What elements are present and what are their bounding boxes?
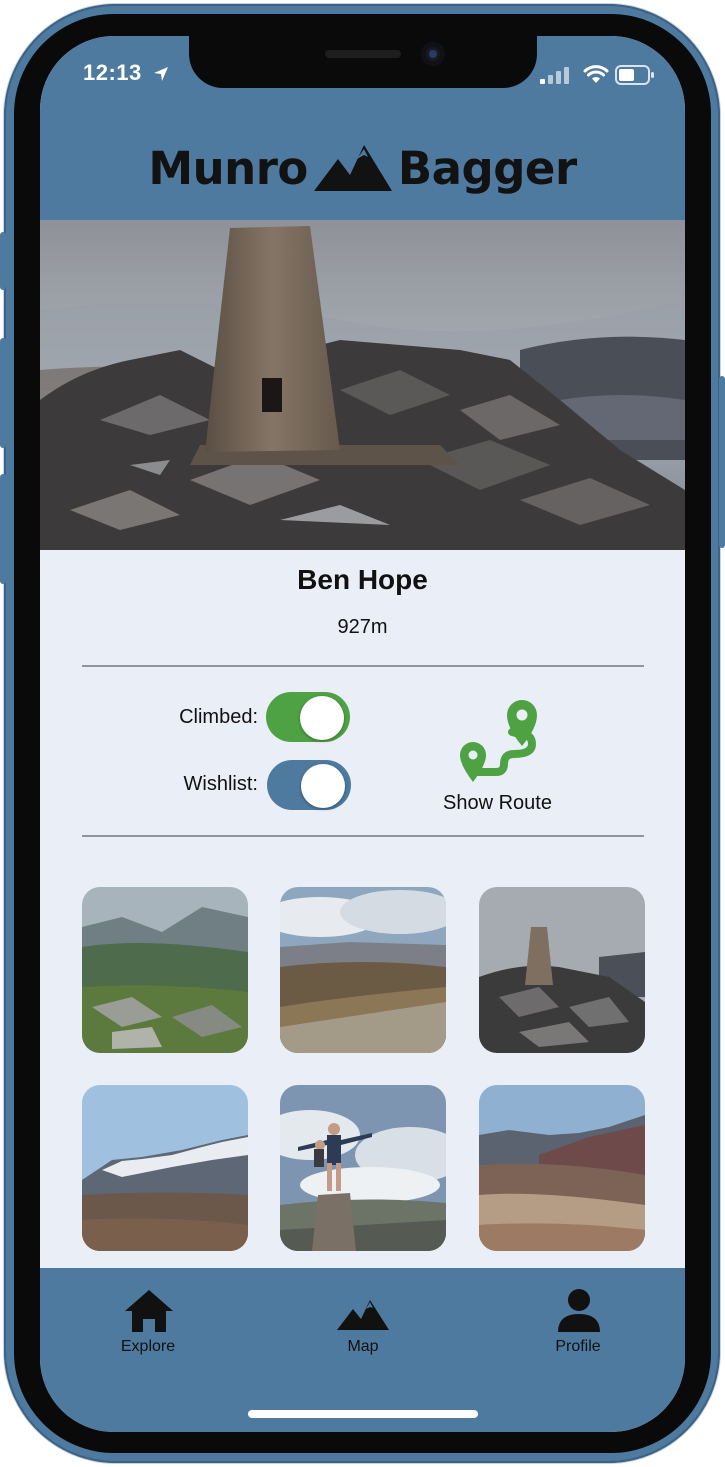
front-camera bbox=[421, 42, 445, 66]
logo-word-bagger: Bagger bbox=[397, 141, 577, 195]
gallery-photo-2[interactable] bbox=[280, 887, 446, 1053]
tab-explore-label: Explore bbox=[120, 1338, 176, 1355]
silent-switch bbox=[0, 232, 6, 290]
tab-explore[interactable]: Explore bbox=[88, 1288, 208, 1358]
logo-word-munro: Munro bbox=[148, 141, 308, 195]
home-indicator[interactable] bbox=[248, 1410, 478, 1418]
wishlist-toggle-knob bbox=[301, 764, 345, 808]
wishlist-toggle[interactable] bbox=[267, 760, 351, 810]
battery-icon bbox=[615, 65, 654, 85]
show-route-button[interactable]: Show Route bbox=[425, 696, 570, 821]
tab-map-label: Map bbox=[347, 1338, 379, 1355]
wishlist-label: Wishlist: bbox=[183, 773, 258, 795]
mountain-icon bbox=[337, 1300, 389, 1330]
app-screen: 12:13 Munro Bagger Ben Hope 927m Climbed… bbox=[40, 36, 685, 1432]
climbed-toggle[interactable] bbox=[266, 692, 350, 742]
cellular-signal-icon bbox=[540, 67, 569, 84]
gallery-photo-3[interactable] bbox=[479, 887, 645, 1053]
peak-name: Ben Hope bbox=[297, 564, 428, 595]
gallery-photo-5[interactable] bbox=[280, 1085, 446, 1251]
home-icon bbox=[125, 1290, 173, 1332]
volume-up-button bbox=[0, 338, 6, 448]
earpiece-speaker bbox=[325, 50, 401, 58]
person-icon bbox=[558, 1289, 600, 1332]
gallery-photo-4[interactable] bbox=[82, 1085, 248, 1251]
gallery-photo-6[interactable] bbox=[479, 1085, 645, 1251]
wifi-icon bbox=[583, 65, 609, 83]
route-icon bbox=[460, 700, 537, 782]
mountain-logo-icon bbox=[313, 145, 392, 191]
camera-notch bbox=[189, 36, 537, 88]
tab-map[interactable]: Map bbox=[303, 1288, 423, 1358]
app-header: 12:13 Munro Bagger bbox=[40, 36, 685, 220]
location-arrow-icon bbox=[154, 67, 168, 81]
show-route-label: Show Route bbox=[443, 792, 552, 814]
tab-profile-label: Profile bbox=[555, 1338, 601, 1355]
status-time: 12:13 bbox=[83, 60, 142, 85]
peak-height: 927m bbox=[337, 616, 388, 638]
divider-top bbox=[82, 665, 644, 667]
tab-profile[interactable]: Profile bbox=[518, 1288, 638, 1358]
gallery-photo-1[interactable] bbox=[82, 887, 248, 1053]
bottom-tab-bar: Explore Map Profile bbox=[40, 1268, 685, 1432]
climbed-toggle-knob bbox=[300, 696, 344, 740]
hero-photo-trig-point bbox=[40, 220, 685, 550]
divider-bottom bbox=[82, 835, 644, 837]
app-logo: Munro Bagger bbox=[40, 136, 685, 200]
power-button bbox=[719, 376, 725, 548]
volume-down-button bbox=[0, 474, 6, 584]
climbed-label: Climbed: bbox=[179, 706, 258, 728]
